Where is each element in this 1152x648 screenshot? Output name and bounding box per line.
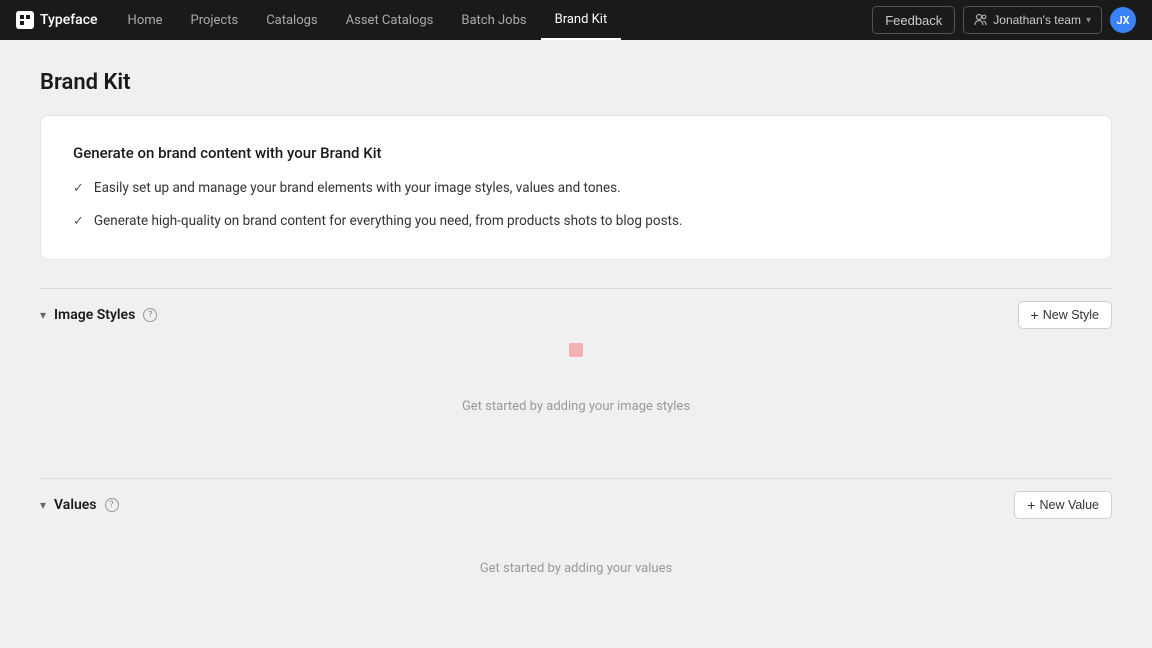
nav-asset-catalogs[interactable]: Asset Catalogs	[332, 0, 448, 40]
feedback-button[interactable]: Feedback	[872, 6, 955, 34]
values-body: Get started by adding your values	[40, 531, 1112, 616]
main-content: Brand Kit Generate on brand content with…	[0, 40, 1152, 648]
new-value-button[interactable]: + New Value	[1014, 491, 1112, 519]
image-styles-header: ▾ Image Styles ? + New Style	[40, 288, 1112, 341]
logo-icon	[16, 11, 34, 29]
nav-links: Home Projects Catalogs Asset Catalogs Ba…	[114, 0, 873, 40]
team-label: Jonathan's team	[993, 13, 1081, 27]
team-chevron-icon: ▾	[1086, 15, 1091, 26]
checkmark-icon-1: ✓	[73, 179, 84, 199]
nav-right: Feedback Jonathan's team ▾ JX	[872, 6, 1136, 34]
nav-batch-jobs[interactable]: Batch Jobs	[447, 0, 540, 40]
logo-text: Typeface	[40, 12, 98, 28]
values-info-icon[interactable]: ?	[105, 498, 119, 512]
checkmark-icon-2: ✓	[73, 212, 84, 232]
nav-brand-kit[interactable]: Brand Kit	[541, 0, 622, 40]
nav-catalogs[interactable]: Catalogs	[252, 0, 331, 40]
new-style-button[interactable]: + New Style	[1018, 301, 1112, 329]
avatar[interactable]: JX	[1110, 7, 1136, 33]
values-empty-state: Get started by adding your values	[40, 531, 1112, 616]
values-section: ▾ Values ? + New Value Get started by ad…	[40, 478, 1112, 616]
values-title: Values	[54, 497, 96, 513]
logo[interactable]: Typeface	[16, 11, 98, 29]
image-styles-header-left: ▾ Image Styles ?	[40, 307, 157, 323]
info-card-item-1: ✓ Easily set up and manage your brand el…	[73, 178, 1079, 199]
team-button[interactable]: Jonathan's team ▾	[963, 6, 1102, 34]
info-card-text-1: Easily set up and manage your brand elem…	[94, 178, 621, 198]
new-value-label: New Value	[1039, 498, 1099, 512]
values-header: ▾ Values ? + New Value	[40, 478, 1112, 531]
info-card-items: ✓ Easily set up and manage your brand el…	[73, 178, 1079, 231]
info-card-item-2: ✓ Generate high-quality on brand content…	[73, 211, 1079, 232]
image-styles-info-icon[interactable]: ?	[143, 308, 157, 322]
image-styles-chevron-icon[interactable]: ▾	[40, 308, 46, 322]
info-card: Generate on brand content with your Bran…	[40, 115, 1112, 260]
image-styles-title: Image Styles	[54, 307, 135, 323]
image-styles-empty-state: Get started by adding your image styles	[40, 369, 1112, 454]
decoration-square	[569, 343, 583, 357]
team-icon	[974, 13, 988, 27]
navigation: Typeface Home Projects Catalogs Asset Ca…	[0, 0, 1152, 40]
info-card-text-2: Generate high-quality on brand content f…	[94, 211, 683, 231]
values-plus-icon: +	[1027, 497, 1035, 513]
page-title: Brand Kit	[40, 70, 1112, 95]
plus-icon: +	[1031, 307, 1039, 323]
new-style-label: New Style	[1043, 308, 1099, 322]
nav-projects[interactable]: Projects	[177, 0, 253, 40]
nav-home[interactable]: Home	[114, 0, 177, 40]
info-card-title: Generate on brand content with your Bran…	[73, 144, 1079, 162]
image-styles-section: ▾ Image Styles ? + New Style Get started…	[40, 288, 1112, 454]
image-styles-body: Get started by adding your image styles	[40, 341, 1112, 454]
values-header-left: ▾ Values ?	[40, 497, 119, 513]
values-chevron-icon[interactable]: ▾	[40, 498, 46, 512]
